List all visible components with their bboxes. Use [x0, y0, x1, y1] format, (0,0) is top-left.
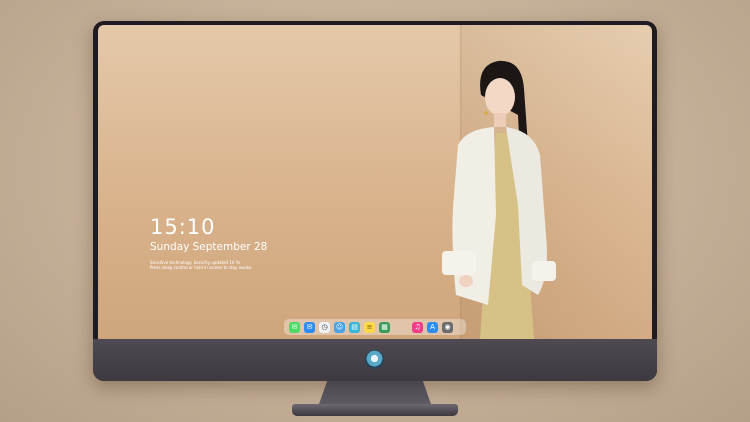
monitor-stand-base — [292, 404, 458, 416]
mail-icon[interactable]: ✉ — [304, 321, 315, 333]
monitor: 15:10 Sunday September 28 Sensitive tech… — [93, 21, 657, 381]
screen: 15:10 Sunday September 28 Sensitive tech… — [98, 25, 652, 339]
lock-clock: 15:10 — [150, 215, 216, 239]
notes-icon[interactable]: ≡ — [364, 321, 375, 333]
lock-date: Sunday September 28 — [150, 241, 268, 253]
camera-icon[interactable]: ◉ — [442, 321, 453, 333]
photos-icon[interactable]: ▦ — [379, 321, 390, 333]
lock-notice-line-2: Press sleep control or hold in screen to… — [150, 265, 252, 270]
music-icon[interactable]: ♫ — [412, 321, 423, 333]
lock-notice: Sensitive technology. Security updated 1… — [150, 260, 270, 270]
dock: ✉ ✉ ◷ ☺ ▤ ≡ ▦ ♫ A ◉ — [284, 319, 466, 335]
app-store-icon[interactable]: A — [427, 321, 438, 333]
brand-logo-icon — [365, 350, 384, 369]
messages-icon[interactable]: ✉ — [289, 321, 300, 333]
clock-icon[interactable]: ◷ — [319, 321, 330, 333]
clapper-icon[interactable]: ▤ — [349, 321, 360, 333]
finder-icon[interactable]: ☺ — [334, 321, 345, 333]
wallpaper-person — [442, 60, 556, 339]
